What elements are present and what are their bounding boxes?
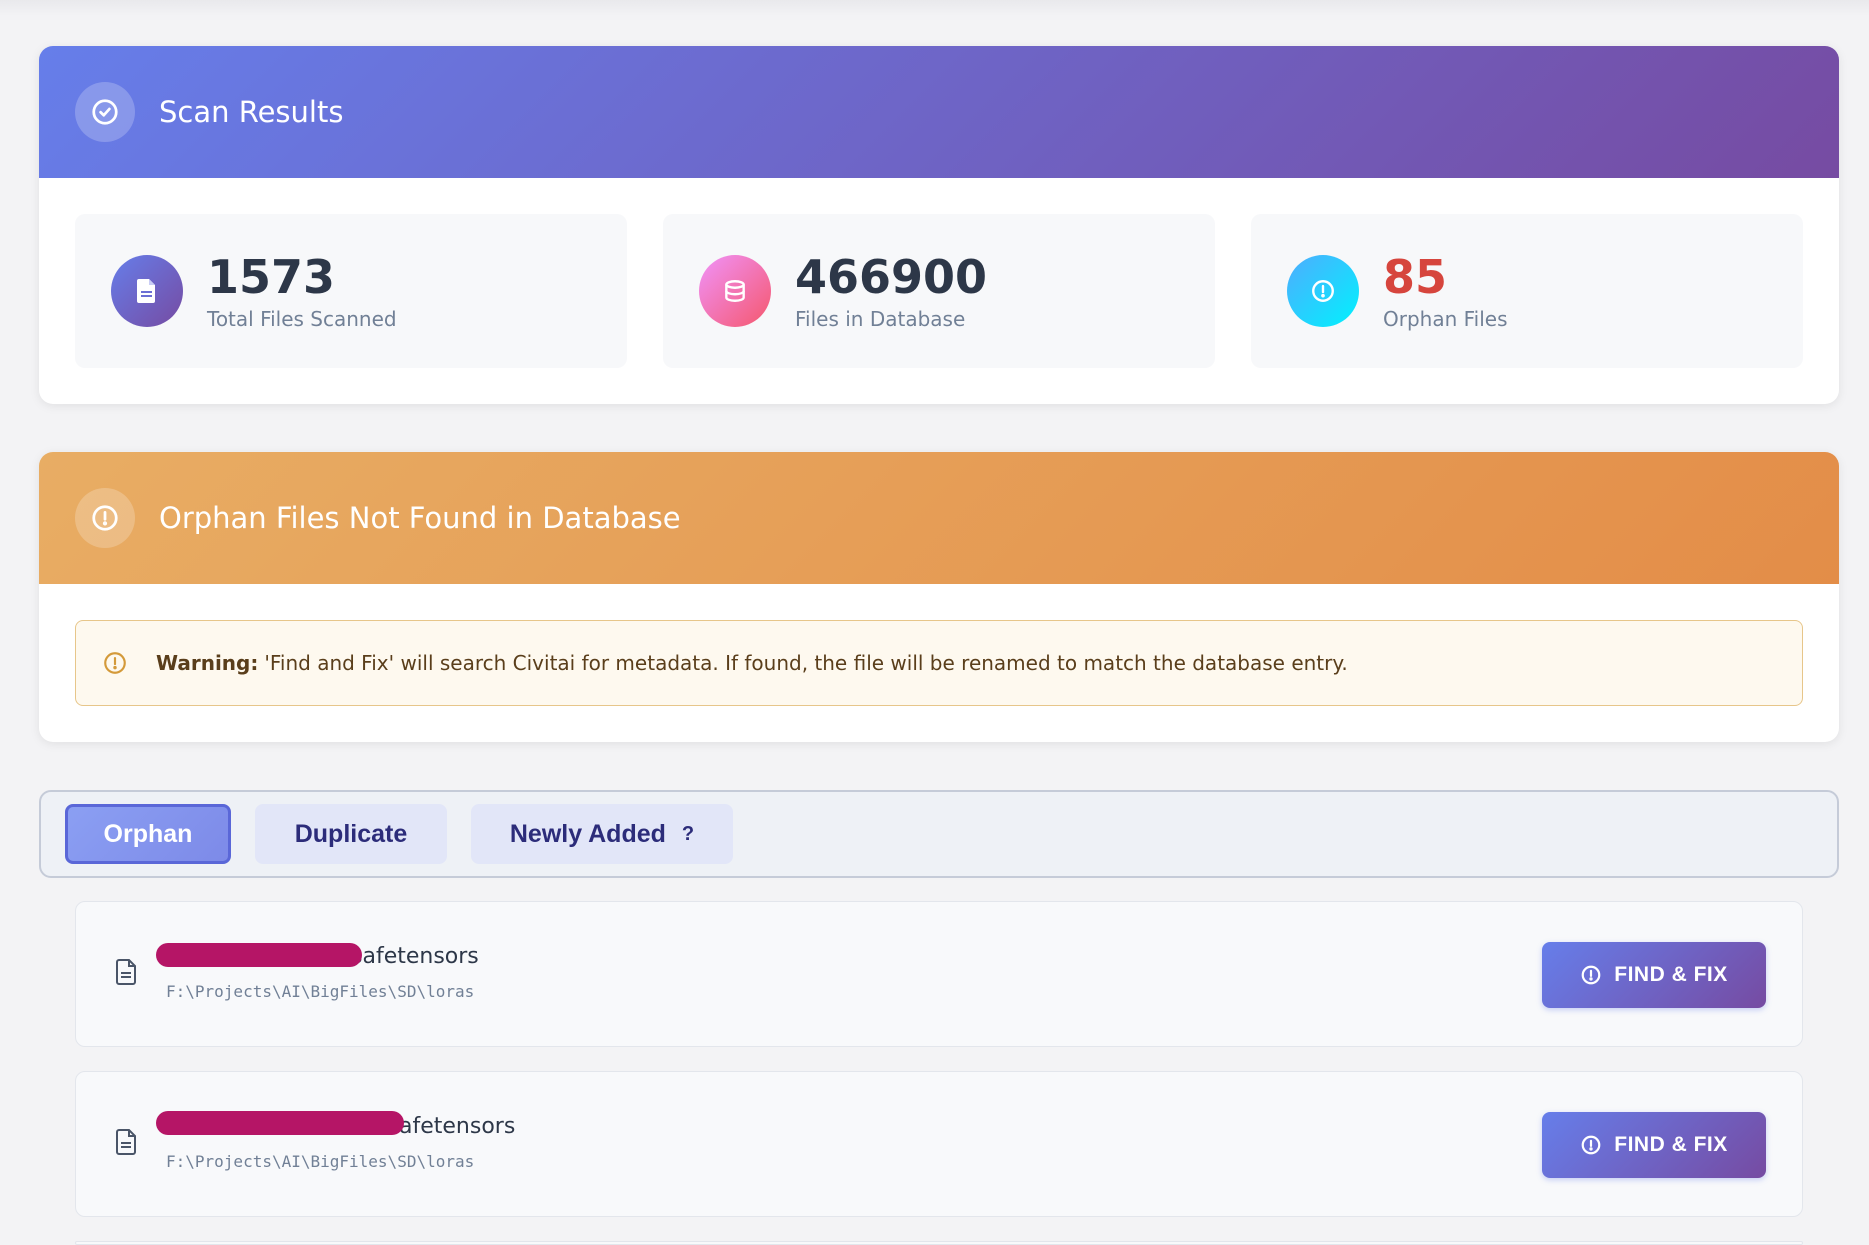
warning-box: Warning: 'Find and Fix' will search Civit…	[75, 620, 1803, 706]
stat-value: 85	[1383, 250, 1448, 304]
help-icon[interactable]: ?	[682, 823, 694, 846]
tab-newly-added[interactable]: Newly Added ?	[471, 804, 733, 864]
tab-orphan[interactable]: Orphan	[65, 804, 231, 864]
scan-results-title: Scan Results	[159, 95, 344, 129]
find-and-fix-label: FIND & FIX	[1614, 1133, 1728, 1156]
alert-circle-icon	[75, 488, 135, 548]
orphan-files-card: Orphan Files Not Found in Database Warni…	[39, 452, 1839, 742]
file-icon	[116, 959, 138, 989]
redaction-mark	[156, 943, 362, 967]
stat-label: Orphan Files	[1383, 307, 1508, 331]
alert-circle-icon	[1580, 964, 1602, 986]
alert-circle-icon	[1580, 1134, 1602, 1156]
tab-label: Newly Added	[509, 819, 666, 848]
redaction-mark	[156, 1111, 404, 1135]
file-row	[75, 1241, 1803, 1245]
file-row: afetensors F:\Projects\AI\BigFiles\SD\lo…	[75, 1071, 1803, 1217]
warning-label: Warning:	[156, 651, 259, 675]
tab-bar: Orphan Duplicate Newly Added ?	[39, 790, 1839, 878]
stat-total-files: 1573 Total Files Scanned	[75, 214, 627, 368]
file-path: F:\Projects\AI\BigFiles\SD\loras	[166, 1152, 475, 1171]
orphan-files-header: Orphan Files Not Found in Database	[39, 452, 1839, 584]
tab-duplicate[interactable]: Duplicate	[255, 804, 447, 864]
find-and-fix-label: FIND & FIX	[1614, 963, 1728, 986]
stat-files-in-database: 466900 Files in Database	[663, 214, 1215, 368]
warning-message: 'Find and Fix' will search Civitai for m…	[264, 651, 1348, 675]
file-name-visible: safetensors	[351, 944, 479, 969]
file-icon	[111, 255, 183, 327]
stat-label: Total Files Scanned	[207, 307, 397, 331]
top-shadow	[0, 0, 1869, 16]
stat-value: 1573	[207, 250, 336, 304]
find-and-fix-button[interactable]: FIND & FIX	[1542, 1112, 1766, 1178]
stats-row: 1573 Total Files Scanned 466900 Files in…	[39, 178, 1839, 368]
stat-orphan-files: 85 Orphan Files	[1251, 214, 1803, 368]
find-and-fix-button[interactable]: FIND & FIX	[1542, 942, 1766, 1008]
scan-results-header: Scan Results	[39, 46, 1839, 178]
alert-circle-icon	[1287, 255, 1359, 327]
scan-results-card: Scan Results 1573 Total Files Scanned 46…	[39, 46, 1839, 404]
stat-label: Files in Database	[795, 307, 966, 331]
file-icon	[116, 1129, 138, 1159]
check-circle-icon	[75, 82, 135, 142]
database-icon	[699, 255, 771, 327]
stat-value: 466900	[795, 250, 988, 304]
file-name-visible: afetensors	[399, 1114, 516, 1139]
file-path: F:\Projects\AI\BigFiles\SD\loras	[166, 982, 475, 1001]
tab-label: Duplicate	[294, 819, 408, 848]
warning-text: Warning: 'Find and Fix' will search Civit…	[156, 651, 1348, 675]
tab-label: Orphan	[103, 819, 193, 848]
orphan-files-title: Orphan Files Not Found in Database	[159, 501, 681, 535]
warning-icon	[102, 650, 128, 676]
file-row: safetensors F:\Projects\AI\BigFiles\SD\l…	[75, 901, 1803, 1047]
